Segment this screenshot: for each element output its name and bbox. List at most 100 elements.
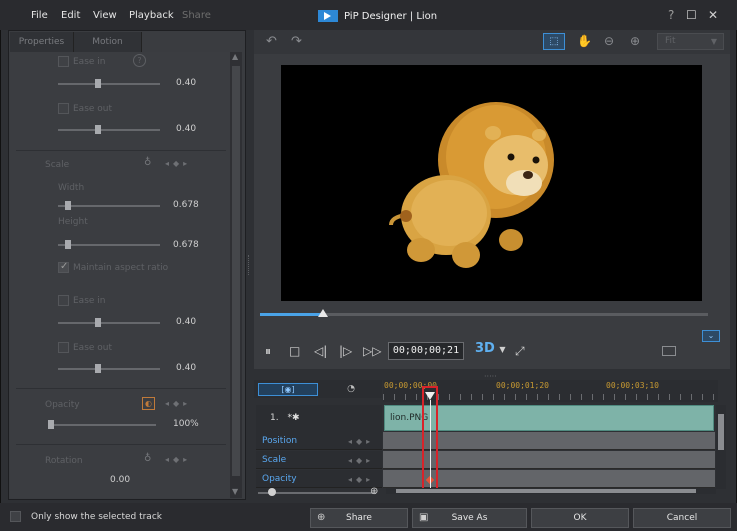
track-1-label: 1. [270, 413, 279, 423]
rotation-reset-icon[interactable]: ♁ [144, 453, 151, 464]
width-value: 0.678 [173, 200, 199, 210]
scale-track-keyframe-nav-icon[interactable]: ◂◆▸ [348, 456, 374, 465]
menu-playback[interactable]: Playback [129, 10, 174, 21]
ease-in-checkbox[interactable] [58, 56, 69, 67]
timeline-v-scroll-thumb[interactable] [718, 414, 724, 450]
help-icon[interactable]: ? [668, 8, 674, 22]
scroll-down-icon[interactable]: ▼ [232, 487, 238, 496]
zoom-dropdown-value: Fit [665, 36, 676, 46]
timecode-display[interactable]: 00;00;00;21 [388, 342, 464, 360]
opacity-keyframe-icon[interactable]: ◐ [142, 397, 155, 410]
stop-icon[interactable]: □ [289, 344, 300, 358]
fullscreen-icon[interactable]: ⤢ [515, 344, 525, 359]
disk-icon: ▣ [419, 512, 429, 523]
track-1-header[interactable]: 1. *✱ [256, 405, 382, 432]
width-slider-knob[interactable] [65, 201, 71, 210]
zoom-plus-icon[interactable]: ⊕ [370, 486, 378, 497]
ease-out-slider-knob[interactable] [95, 125, 101, 134]
menu-file[interactable]: File [31, 10, 48, 21]
timeline-h-scroll-thumb[interactable] [396, 489, 696, 493]
scale-ease-in-label: Ease in [73, 296, 106, 306]
scale-ease-out-slider-knob[interactable] [95, 364, 101, 373]
zoom-dropdown[interactable]: Fit ▼ [657, 33, 724, 50]
scale-ease-out-checkbox[interactable] [58, 342, 69, 353]
chevron-down-icon: ▼ [499, 345, 506, 354]
opacity-track-keyframe-nav-icon[interactable]: ◂◆▸ [348, 475, 374, 484]
ease-out-slider-track[interactable] [58, 129, 160, 131]
scale-ease-out-slider-track[interactable] [58, 368, 160, 370]
menu-share[interactable]: Share [182, 10, 211, 21]
preview-scrubber-knob[interactable] [318, 309, 328, 317]
opacity-keyframe-nav-icon[interactable]: ◂◆▸ [165, 399, 191, 408]
preview-scrubber-progress [260, 313, 322, 316]
maintain-aspect-checkbox[interactable] [58, 261, 69, 273]
next-frame-icon[interactable]: |▷ [339, 344, 352, 358]
only-selected-track-checkbox[interactable] [10, 511, 21, 522]
save-as-button[interactable]: ▣ Save As [412, 508, 527, 528]
3d-mode-button[interactable]: 3D ▼ [475, 341, 506, 356]
scale-ease-in-checkbox[interactable] [58, 295, 69, 306]
expand-chevron-icon[interactable]: ⌄ [702, 330, 720, 342]
divider [16, 150, 226, 151]
timeline-view-button[interactable]: [◉] [258, 383, 318, 396]
menu-view[interactable]: View [93, 10, 117, 21]
share-button[interactable]: ⊕ Share [310, 508, 408, 528]
rotation-keyframe-nav-icon[interactable]: ◂◆▸ [165, 455, 191, 464]
timeline-keyframe-mode-icon[interactable]: ◔ [322, 383, 380, 396]
width-slider-track[interactable] [58, 205, 160, 207]
properties-body [10, 52, 230, 498]
zoom-out-icon[interactable]: ⊖ [604, 34, 614, 48]
tab-motion[interactable]: Motion [74, 32, 142, 52]
select-icon[interactable]: ⬚ [543, 33, 565, 50]
ease-out-label: Ease out [73, 104, 113, 114]
rotation-value: 0.00 [110, 475, 131, 485]
panel-splitter[interactable] [248, 255, 250, 275]
maximize-icon[interactable]: ☐ [686, 8, 697, 22]
undo-icon[interactable]: ↶ [266, 34, 277, 49]
redo-icon[interactable]: ↷ [291, 34, 302, 49]
tab-properties[interactable]: Properties [10, 32, 74, 52]
hand-icon[interactable]: ✋ [577, 34, 592, 48]
zoom-in-icon[interactable]: ⊕ [630, 34, 640, 48]
fast-forward-icon[interactable]: ▷▷ [363, 344, 381, 358]
playhead-marker[interactable] [425, 392, 435, 400]
cancel-button[interactable]: Cancel [633, 508, 731, 528]
divider [16, 388, 226, 389]
height-label: Height [58, 217, 88, 227]
opacity-slider-track[interactable] [48, 424, 156, 426]
scale-ease-in-slider-knob[interactable] [95, 318, 101, 327]
lion-plush-image [389, 102, 554, 268]
prev-frame-icon[interactable]: ◁| [314, 344, 327, 358]
position-keyframe-nav-icon[interactable]: ◂◆▸ [348, 437, 374, 446]
timeline-zoom-knob[interactable] [268, 488, 276, 496]
ok-button[interactable]: OK [531, 508, 629, 528]
close-icon[interactable]: ✕ [708, 8, 718, 22]
ease-in-slider-track[interactable] [58, 83, 160, 85]
ease-out-value: 0.40 [176, 124, 197, 134]
share-label: Share [346, 513, 372, 523]
asterisk-icon: *✱ [287, 413, 300, 423]
preview-video[interactable] [281, 65, 702, 301]
height-slider-knob[interactable] [65, 240, 71, 249]
divider [16, 444, 226, 445]
ruler-label-2: 00;00;03;10 [606, 381, 659, 390]
safe-area-icon[interactable] [662, 346, 676, 356]
opacity-value: 100% [173, 419, 199, 429]
maintain-aspect-label: Maintain aspect ratio [73, 263, 169, 273]
pause-icon[interactable]: ⏸ [265, 344, 271, 359]
3d-mode-label: 3D [475, 341, 495, 356]
reset-icon[interactable]: ♁ [144, 157, 151, 168]
height-slider-track[interactable] [58, 244, 160, 246]
scale-keyframe-nav-icon[interactable]: ◂◆▸ [165, 159, 191, 168]
help-circle-icon[interactable]: ? [133, 54, 146, 67]
opacity-slider-knob[interactable] [48, 420, 54, 429]
ease-in-slider-knob[interactable] [95, 79, 101, 88]
scale-ease-out-value: 0.40 [176, 363, 197, 373]
scale-ease-in-slider-track[interactable] [58, 322, 160, 324]
menu-edit[interactable]: Edit [61, 10, 80, 21]
properties-scroll-thumb[interactable] [232, 66, 240, 476]
ease-out-checkbox[interactable] [58, 103, 69, 114]
scroll-up-icon[interactable]: ▲ [232, 52, 238, 61]
left-tabs: Properties Motion [10, 32, 250, 52]
pip-logo-icon [318, 10, 338, 22]
